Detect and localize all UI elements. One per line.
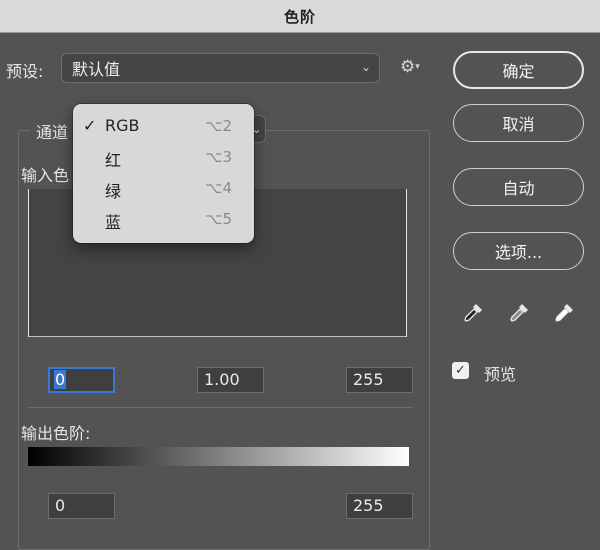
output-black-field[interactable]: 0 (48, 493, 115, 519)
histogram-right-edge (406, 189, 407, 337)
input-gray-field[interactable]: 1.00 (197, 367, 264, 393)
input-black-field[interactable]: 0 (48, 367, 115, 393)
menu-item-shortcut: ⌥5 (205, 210, 232, 228)
cancel-button[interactable]: 取消 (453, 104, 584, 142)
preset-select[interactable]: 默认值 ⌄ (61, 53, 380, 83)
input-black-value: 0 (54, 370, 67, 389)
chevron-down-icon: ⌄ (360, 60, 371, 74)
gear-icon[interactable]: ⚙▾ (400, 57, 420, 77)
menu-item-label: 绿 (105, 182, 122, 201)
input-gray-value: 1.00 (204, 370, 240, 389)
menu-item-label: 蓝 (105, 213, 122, 232)
auto-button-label: 自动 (502, 179, 535, 198)
output-black-value: 0 (55, 496, 66, 515)
auto-button[interactable]: 自动 (453, 168, 584, 206)
output-gradient (28, 447, 409, 466)
input-white-field[interactable]: 255 (346, 367, 413, 393)
ok-button[interactable]: 确定 (453, 51, 584, 89)
divider (28, 407, 413, 408)
black-point-eyedropper-icon[interactable] (460, 300, 486, 326)
channel-label: 通道 (30, 119, 75, 143)
output-white-field[interactable]: 255 (346, 493, 413, 519)
dialog-title: 色阶 (283, 7, 316, 26)
menu-item-shortcut: ⌥2 (205, 117, 232, 135)
gray-point-eyedropper-icon[interactable] (506, 300, 532, 326)
output-levels-label: 输出色阶: (21, 424, 91, 443)
preview-label: 预览 (484, 365, 517, 384)
menu-item-blue[interactable]: 蓝 ⌥5 (73, 205, 254, 235)
preview-checkbox[interactable]: ✓ (452, 362, 469, 379)
output-white-value: 255 (353, 496, 384, 515)
options-button-label: 选项... (494, 243, 543, 262)
menu-item-shortcut: ⌥4 (205, 179, 232, 197)
channel-dropdown-menu: ✓ RGB ⌥2 红 ⌥3 绿 ⌥4 蓝 ⌥5 (73, 104, 254, 243)
cancel-button-label: 取消 (502, 115, 535, 134)
menu-item-rgb[interactable]: ✓ RGB ⌥2 (73, 112, 254, 142)
histogram-left-edge (28, 189, 29, 337)
checkmark-icon: ✓ (83, 116, 97, 135)
preset-value: 默认值 (72, 60, 121, 79)
options-button[interactable]: 选项... (453, 232, 584, 270)
ok-button-label: 确定 (502, 62, 535, 81)
menu-item-label: RGB (105, 116, 140, 135)
dialog-title-bar: 色阶 (0, 0, 600, 33)
input-levels-label: 输入色 (21, 166, 70, 185)
menu-item-label: 红 (105, 151, 122, 170)
menu-item-red[interactable]: 红 ⌥3 (73, 143, 254, 173)
preset-label: 预设: (6, 62, 44, 81)
input-white-value: 255 (353, 370, 384, 389)
white-point-eyedropper-icon[interactable] (551, 300, 577, 326)
menu-item-shortcut: ⌥3 (205, 148, 232, 166)
menu-item-green[interactable]: 绿 ⌥4 (73, 174, 254, 204)
